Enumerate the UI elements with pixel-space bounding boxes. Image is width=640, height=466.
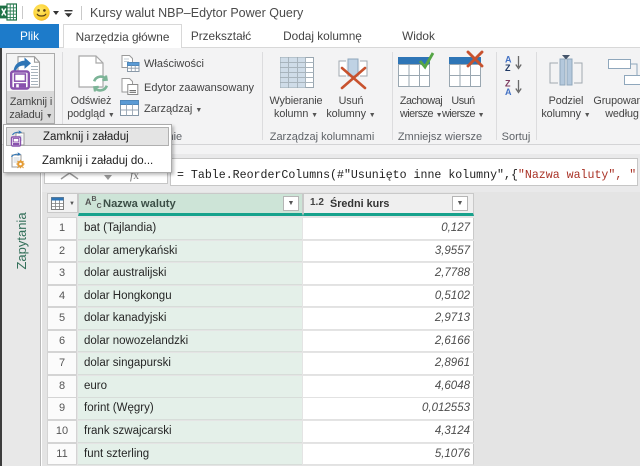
svg-text:A: A bbox=[505, 87, 512, 95]
svg-text:Z: Z bbox=[505, 63, 511, 71]
